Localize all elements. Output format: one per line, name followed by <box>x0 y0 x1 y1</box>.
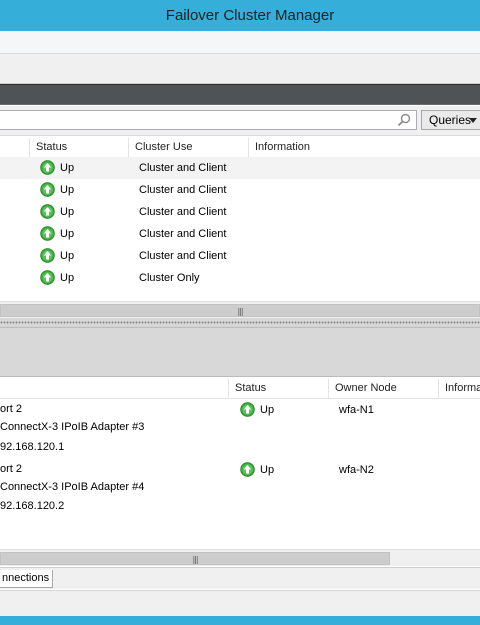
status-up-icon <box>40 270 55 285</box>
status-up-icon <box>40 204 55 219</box>
connection-name: ort 2 <box>0 463 23 475</box>
column-header-status[interactable]: Status <box>229 379 329 398</box>
grip-icon: ||| <box>192 555 198 564</box>
column-header-name[interactable] <box>0 138 30 157</box>
column-header-owner-node[interactable]: Owner Node <box>329 379 439 398</box>
networks-header: Status Cluster Use Information <box>0 138 480 158</box>
ip-address: 92.168.120.1 <box>0 441 65 453</box>
adapter-name: ConnectX-3 IPoIB Adapter #3 <box>0 421 145 433</box>
search-box[interactable] <box>0 110 417 130</box>
cluster-use-cell: Cluster and Client <box>139 162 227 174</box>
grip-icon: ||| <box>237 307 243 316</box>
column-header-information[interactable]: Information <box>249 138 480 157</box>
menu-bar <box>0 31 480 54</box>
status-up-icon <box>40 160 55 175</box>
table-row[interactable]: Up Cluster and Client <box>0 157 480 179</box>
connection-name: ort 2 <box>0 403 23 415</box>
status-up-icon <box>40 226 55 241</box>
owner-node-cell: wfa-N2 <box>339 464 374 476</box>
queries-button[interactable]: Queries <box>421 110 480 130</box>
status-label: Up <box>60 205 75 218</box>
cluster-use-cell: Cluster and Client <box>139 206 227 218</box>
window-title: Failover Cluster Manager <box>165 7 335 24</box>
column-header-name[interactable] <box>0 379 229 398</box>
table-row[interactable]: Up Cluster and Client <box>0 223 480 245</box>
cluster-use-cell: Cluster and Client <box>139 250 227 262</box>
adapter-name: ConnectX-3 IPoIB Adapter #4 <box>0 481 145 493</box>
status-up-icon <box>240 402 255 417</box>
table-row[interactable]: Up Cluster and Client <box>0 179 480 201</box>
pane-splitter[interactable] <box>0 318 480 327</box>
cluster-use-cell: Cluster and Client <box>139 184 227 196</box>
owner-node-cell: wfa-N1 <box>339 404 374 416</box>
status-label: Up <box>60 183 75 196</box>
status-up-icon <box>40 248 55 263</box>
search-icon[interactable] <box>397 113 411 127</box>
chevron-down-icon <box>469 118 477 123</box>
table-row[interactable]: Up Cluster and Client <box>0 245 480 267</box>
status-label: Up <box>260 403 275 416</box>
status-label: Up <box>260 463 275 476</box>
status-label: Up <box>60 271 75 284</box>
pane-header <box>0 84 480 105</box>
horizontal-scrollbar[interactable]: ||| <box>0 301 480 318</box>
scrollbar-thumb[interactable]: ||| <box>0 304 480 317</box>
ip-address: 92.168.120.2 <box>0 500 65 512</box>
bottom-tab-bar: nnections <box>0 567 480 589</box>
status-label: Up <box>60 249 75 262</box>
status-label: Up <box>60 161 75 174</box>
column-header-information[interactable]: Informat <box>439 379 480 398</box>
list-item[interactable]: ort 2 ConnectX-3 IPoIB Adapter #3 92.168… <box>0 400 480 460</box>
cluster-use-cell: Cluster and Client <box>139 228 227 240</box>
splitter-grip <box>0 321 480 324</box>
scrollbar-thumb[interactable]: ||| <box>0 552 390 565</box>
list-item[interactable]: ort 2 ConnectX-3 IPoIB Adapter #4 92.168… <box>0 460 480 520</box>
column-header-cluster-use[interactable]: Cluster Use <box>129 138 249 157</box>
tab-connections[interactable]: nnections <box>0 570 53 588</box>
toolbar <box>0 54 480 84</box>
cluster-use-cell: Cluster Only <box>139 272 200 284</box>
status-up-icon <box>40 182 55 197</box>
status-up-icon <box>240 462 255 477</box>
details-pane-header <box>0 327 480 377</box>
title-bar: Failover Cluster Manager <box>0 0 480 31</box>
connections-header: Status Owner Node Informat <box>0 379 480 399</box>
column-header-status[interactable]: Status <box>30 138 129 157</box>
queries-label: Queries <box>429 113 472 127</box>
table-row[interactable]: Up Cluster Only <box>0 267 480 289</box>
window-bottom-edge <box>0 616 480 625</box>
horizontal-scrollbar[interactable]: ||| <box>0 549 480 566</box>
status-label: Up <box>60 227 75 240</box>
status-bar <box>0 590 480 616</box>
search-row: Queries <box>0 106 480 136</box>
search-input[interactable] <box>0 111 380 129</box>
table-row[interactable]: Up Cluster and Client <box>0 201 480 223</box>
